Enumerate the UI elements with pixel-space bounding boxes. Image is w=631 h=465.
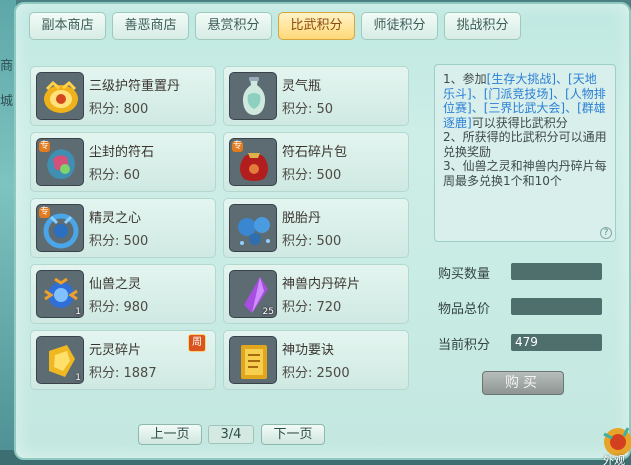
gold-pill-icon <box>36 72 84 120</box>
item-card[interactable]: 专 符石碎片包 积分: 500 <box>223 132 409 192</box>
item-name: 灵气瓶 <box>282 79 322 94</box>
total-price-label: 物品总价 <box>438 302 491 317</box>
info-line-1-prefix: 1、参加 <box>443 72 487 86</box>
weekly-tag: 周 <box>188 334 206 352</box>
item-name: 精灵之心 <box>89 211 142 226</box>
tab-arena-points[interactable]: 比武积分 <box>278 12 355 40</box>
exclusive-tag: 专 <box>232 141 244 152</box>
item-name: 元灵碎片 <box>89 343 142 358</box>
scroll-book-icon <box>229 336 277 384</box>
info-line-3: 3、仙兽之灵和神兽内丹碎片每周最多兑换1个和10个 <box>443 159 607 188</box>
next-page-button[interactable]: 下一页 <box>261 424 325 445</box>
link-sanjie-part1[interactable]: 、[三界比 <box>472 101 525 115</box>
item-quantity: 1 <box>75 373 81 383</box>
current-points-field: 479 <box>511 334 602 351</box>
link-survival-challenge[interactable]: [生存大挑战] <box>487 72 556 86</box>
item-card[interactable]: 专 精灵之心 积分: 500 <box>30 198 216 258</box>
rune-bag-icon: 专 <box>229 138 277 186</box>
item-quantity: 1 <box>75 307 81 317</box>
item-card[interactable]: 1 元灵碎片 积分: 1887 周 <box>30 330 216 390</box>
link-sanjie-part2[interactable]: 武大会] <box>524 101 565 115</box>
gold-fragment-icon: 1 <box>36 336 84 384</box>
rules-info-box: 1、参加[生存大挑战]、[天地乐斗]、[门派竞技场]、[人物排位赛]、[三界比武… <box>434 64 616 242</box>
item-cost: 积分: 980 <box>89 300 149 315</box>
page-indicator: 3/4 <box>208 425 254 444</box>
info-line-1-suffix: 可以获得比武积分 <box>471 115 568 130</box>
item-cost: 积分: 800 <box>89 102 149 117</box>
item-card[interactable]: 25 神兽内丹碎片 积分: 720 <box>223 264 409 324</box>
item-cost: 积分: 500 <box>89 234 149 249</box>
side-glyph-cheng: 城 <box>0 94 14 109</box>
prev-page-button[interactable]: 上一页 <box>138 424 202 445</box>
tab-karma-shop[interactable]: 善恶商店 <box>112 12 189 40</box>
exclusive-tag: 专 <box>39 207 51 218</box>
vase-icon <box>229 72 277 120</box>
total-price-field <box>511 298 602 315</box>
quantity-input[interactable] <box>511 263 602 280</box>
item-cost: 积分: 720 <box>282 300 342 315</box>
item-card[interactable]: 1 仙兽之灵 积分: 980 <box>30 264 216 324</box>
buy-button[interactable]: 购买 <box>482 371 564 395</box>
rebirth-pill-icon <box>229 204 277 252</box>
item-name: 神功要诀 <box>282 343 335 358</box>
quantity-label: 购买数量 <box>438 267 491 282</box>
item-cost: 积分: 500 <box>282 168 342 183</box>
spirit-heart-icon: 专 <box>36 204 84 252</box>
crystal-shard-icon: 25 <box>229 270 277 318</box>
link-sect-arena[interactable]: 、[门派竞技场] <box>472 87 553 101</box>
item-cost: 积分: 60 <box>89 168 141 183</box>
tab-bounty-points[interactable]: 悬赏积分 <box>195 12 272 40</box>
info-line-2: 2、所获得的比武积分可以通用兑换奖励 <box>443 130 607 159</box>
item-quantity: 25 <box>262 307 274 317</box>
item-name: 符石碎片包 <box>282 145 348 160</box>
beast-spirit-icon: 1 <box>36 270 84 318</box>
appearance-label: 外观 <box>603 454 625 465</box>
item-cost: 积分: 2500 <box>282 366 350 381</box>
tab-mentor-points[interactable]: 师徒积分 <box>361 12 438 40</box>
item-cost: 积分: 50 <box>282 102 334 117</box>
item-card[interactable]: 专 尘封的符石 积分: 60 <box>30 132 216 192</box>
item-name: 神兽内丹碎片 <box>282 277 361 292</box>
item-card[interactable]: 脱胎丹 积分: 500 <box>223 198 409 258</box>
link-separator: 、[ <box>556 72 573 86</box>
item-name: 尘封的符石 <box>89 145 155 160</box>
exclusive-tag: 专 <box>39 141 51 152</box>
item-name: 仙兽之灵 <box>89 277 142 292</box>
item-card[interactable]: 神功要诀 积分: 2500 <box>223 330 409 390</box>
current-points-label: 当前积分 <box>438 338 491 353</box>
item-card[interactable]: 三级护符重置丹 积分: 800 <box>30 66 216 126</box>
item-card[interactable]: 灵气瓶 积分: 50 <box>223 66 409 126</box>
tab-challenge-points[interactable]: 挑战积分 <box>444 12 521 40</box>
side-glyph-shang: 商 <box>0 59 14 74</box>
tab-dungeon-shop[interactable]: 副本商店 <box>29 12 106 40</box>
item-name: 三级护符重置丹 <box>89 79 181 94</box>
item-cost: 积分: 500 <box>282 234 342 249</box>
item-cost: 积分: 1887 <box>89 366 157 381</box>
item-name: 脱胎丹 <box>282 211 322 226</box>
rune-stone-icon: 专 <box>36 138 84 186</box>
help-icon[interactable]: ? <box>600 227 612 239</box>
